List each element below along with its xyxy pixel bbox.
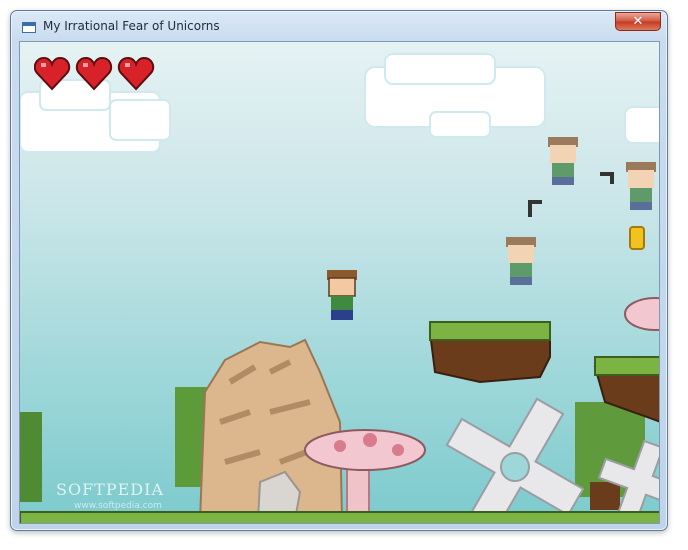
game-scene — [20, 53, 659, 523]
heart-icon — [117, 56, 155, 91]
cloud-right — [624, 106, 659, 144]
lives-hearts — [34, 56, 155, 91]
enemy-character — [506, 237, 536, 285]
softpedia-watermark-url: www.softpedia.com — [74, 501, 162, 511]
heart-icon — [34, 56, 71, 91]
game-viewport[interactable]: SOFTPEDIA www.softpedia.com — [19, 41, 660, 524]
cloud-top — [364, 53, 546, 138]
rock-formation — [198, 338, 344, 521]
arrow-icon — [528, 200, 542, 217]
floating-platform-center — [428, 321, 551, 384]
close-button[interactable]: ✕ — [615, 12, 661, 31]
enemy-character — [626, 162, 656, 210]
title-bar[interactable]: My Irrational Fear of Unicorns ✕ — [11, 11, 667, 41]
heart-icon — [75, 56, 113, 91]
app-window: My Irrational Fear of Unicorns ✕ SOFTPED… — [10, 10, 668, 531]
bush-left — [20, 412, 42, 502]
window-title: My Irrational Fear of Unicorns — [43, 19, 220, 33]
ground — [20, 511, 659, 523]
arrow-icon — [600, 172, 614, 184]
app-window-icon — [22, 22, 36, 33]
enemy-character — [548, 137, 578, 185]
player-character — [327, 270, 357, 320]
softpedia-watermark: SOFTPEDIA — [56, 480, 164, 499]
coin-icon — [629, 226, 645, 250]
mushroom-right — [624, 297, 659, 331]
